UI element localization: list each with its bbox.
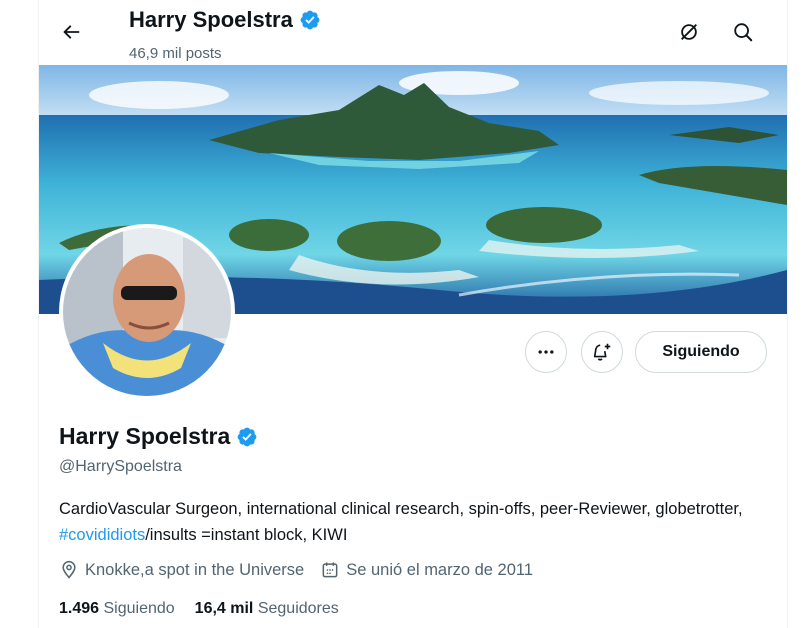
search-button[interactable] xyxy=(725,14,761,50)
search-icon xyxy=(734,23,753,42)
profile-bio: CardioVascular Surgeon, international cl… xyxy=(59,496,759,548)
profile-meta: Knokke,a spot in the Universe Se unió el… xyxy=(59,560,549,580)
joined-text: Se unió el marzo de 2011 xyxy=(346,560,534,579)
location-text: Knokke,a spot in the Universe xyxy=(85,560,305,579)
following-button[interactable]: Siguiendo xyxy=(635,331,767,373)
followers-label: Seguidores xyxy=(257,600,339,617)
avatar-container[interactable] xyxy=(59,224,235,400)
profile-name-row: Harry Spoelstra xyxy=(59,423,258,450)
header-title: Harry Spoelstra xyxy=(129,7,321,33)
avatar-image xyxy=(63,228,231,396)
profile-handle: @HarrySpoelstra xyxy=(59,458,182,475)
profile-name: Harry Spoelstra xyxy=(59,423,231,449)
following-link[interactable]: 1.496 Siguiendo xyxy=(59,600,175,618)
verified-badge-icon[interactable] xyxy=(236,426,258,448)
grok-button[interactable] xyxy=(671,14,707,50)
profile-header: Harry Spoelstra 46,9 mil posts xyxy=(39,0,787,65)
avatar xyxy=(63,228,231,396)
back-button[interactable] xyxy=(53,14,89,50)
location-pin-icon xyxy=(62,560,76,579)
header-post-count: 46,9 mil posts xyxy=(129,45,222,62)
profile-column: Harry Spoelstra 46,9 mil posts Siguiendo… xyxy=(38,0,788,628)
header-name: Harry Spoelstra xyxy=(129,7,293,32)
joined-item: Se unió el marzo de 2011 xyxy=(320,560,533,580)
followers-link[interactable]: 16,4 mil Seguidores xyxy=(195,600,339,618)
arrow-left-icon xyxy=(63,25,80,39)
location-item: Knokke,a spot in the Universe xyxy=(59,560,304,580)
bio-text-end: /insults =instant block, KIWI xyxy=(145,526,348,544)
more-icon xyxy=(538,350,554,354)
profile-stats: 1.496 Siguiendo 16,4 mil Seguidores xyxy=(59,600,359,618)
following-label: Siguiendo xyxy=(103,600,175,617)
verified-badge-icon xyxy=(300,10,320,30)
more-options-button[interactable] xyxy=(525,331,567,373)
followers-count: 16,4 mil xyxy=(194,600,254,617)
notifications-button[interactable] xyxy=(581,331,623,373)
bell-plus-icon xyxy=(593,343,611,361)
following-count: 1.496 xyxy=(59,600,100,617)
bio-hashtag-link[interactable]: #covididiots xyxy=(59,526,145,544)
grok-icon xyxy=(681,24,697,40)
bio-text: CardioVascular Surgeon, international cl… xyxy=(59,500,743,518)
calendar-icon xyxy=(322,562,338,578)
